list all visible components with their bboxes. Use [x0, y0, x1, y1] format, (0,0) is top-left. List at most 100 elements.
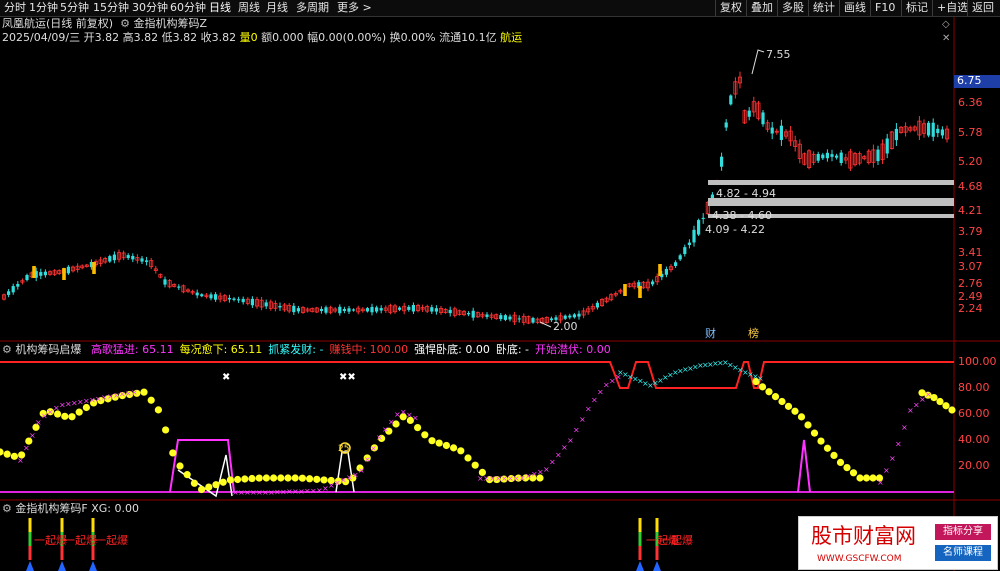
signal-bar [28, 532, 32, 546]
candle-body [761, 112, 765, 125]
candle-body [370, 306, 374, 313]
signal-arrow [58, 561, 66, 571]
ohlc-info-line: 2025/04/09/三 开3.82 高3.82 低3.82 收3.82 量0 … [2, 32, 522, 44]
diamond-icon[interactable]: ◇ [942, 19, 950, 31]
watermark-tag: 名师课程 [935, 545, 991, 561]
signal-candle [32, 266, 36, 278]
indicator-tick-label: 100.00 [958, 355, 997, 368]
price-tick-label: 3.79 [958, 225, 983, 238]
candle-body [531, 317, 535, 323]
yellow-dot [948, 406, 956, 414]
yellow-dot [298, 474, 306, 482]
candle-body [683, 247, 687, 255]
chip-zone-label: 4.82 - 4.94 [716, 187, 776, 200]
candle-body [720, 156, 724, 167]
candle-body [517, 318, 521, 320]
close-icon[interactable]: ✕ [942, 33, 950, 45]
candle-body [11, 286, 15, 293]
yellow-dot [450, 444, 458, 452]
chip-zone-label: 4.38 - 4.60 [712, 209, 772, 222]
candle-body [471, 310, 475, 318]
signal-bar [638, 532, 642, 546]
yellow-dot [183, 471, 191, 479]
candle-body [692, 229, 696, 243]
candle-body [411, 304, 415, 312]
candle-body [448, 309, 452, 314]
candle-body [39, 272, 43, 276]
yellow-dot [765, 388, 773, 396]
candle-body [177, 286, 181, 288]
candle-body [894, 128, 898, 141]
magenta-cross: × [364, 455, 371, 464]
magenta-cross: × [131, 388, 138, 397]
indicator-name[interactable]: 金指机构筹码Z [133, 17, 207, 30]
yellow-dot [869, 474, 877, 482]
last-price-tag: 6.75 [954, 75, 1000, 88]
yellow-dot [291, 474, 299, 482]
signal-label: 一起爆 [34, 534, 67, 547]
yellow-dot [849, 469, 858, 477]
magenta-cross: × [567, 436, 574, 445]
yellow-dot [435, 439, 443, 447]
yellow-dot [830, 451, 838, 459]
high-pointer [751, 49, 765, 75]
yellow-dot [147, 396, 155, 404]
candle-body [936, 128, 940, 134]
candle-body [674, 262, 678, 266]
indicator-name[interactable]: 金指机构筹码F [15, 502, 87, 515]
magenta-cross: × [889, 454, 896, 463]
yellow-dot [797, 413, 806, 421]
candle-body [264, 302, 268, 307]
candle-body [195, 292, 199, 296]
candle-body [108, 256, 112, 262]
profit-line [0, 361, 954, 389]
signal-bar [91, 546, 95, 560]
watermark-title: 股市财富网 [811, 524, 916, 548]
info-sector[interactable]: 航运 [500, 31, 522, 44]
cross-marker: ✖✖ [339, 372, 356, 383]
signal-bar [60, 518, 64, 532]
gear-icon[interactable]: ⚙ [2, 502, 12, 515]
yellow-dot [784, 402, 793, 410]
yellow-dot [414, 424, 422, 432]
magenta-cross: × [877, 478, 884, 487]
gear-icon[interactable]: ⚙ [2, 343, 12, 356]
magenta-cross: × [895, 440, 902, 449]
info-close: 收3.82 [200, 31, 237, 44]
chip-zone-label: 4.09 - 4.22 [705, 223, 765, 236]
candle-body [508, 316, 512, 320]
signal-label: 一起爆 [660, 534, 693, 547]
yellow-dot [823, 444, 832, 452]
candle-body [835, 155, 839, 158]
magenta-cross: × [17, 456, 24, 465]
candle-body [140, 258, 144, 262]
candle-body [347, 308, 351, 312]
candle-body [563, 315, 567, 319]
candle-body [338, 306, 342, 314]
candle-body [821, 154, 825, 159]
yellow-dot [0, 448, 4, 456]
yellow-dot [255, 474, 263, 482]
indicator-field: 强悍卧底: 0.00 [414, 343, 490, 356]
ranking-badge[interactable]: 榜 [748, 328, 759, 340]
xg-value: 0.00 [114, 502, 139, 515]
signal-bar [655, 518, 659, 532]
finance-badge[interactable]: 财 [705, 328, 716, 340]
indicator-name[interactable]: 机构筹码启爆 [15, 343, 81, 356]
yellow-dot [241, 475, 249, 483]
signal-candle [62, 268, 66, 280]
candle-body [241, 298, 245, 303]
signal-arrow [26, 561, 34, 571]
candle-body [577, 313, 581, 317]
candle-body [145, 260, 149, 262]
candle-body [250, 298, 254, 306]
yellow-dot [277, 474, 285, 482]
info-float: 流通10.1亿 [439, 31, 497, 44]
gear-icon[interactable]: ⚙ [117, 17, 130, 30]
candle-body [292, 305, 296, 313]
indicator-field: 高歌猛进: 65.11 [90, 343, 174, 356]
cross-marker: ✖ [222, 372, 231, 383]
candle-body [697, 220, 701, 235]
info-low: 低3.82 [161, 31, 198, 44]
magenta-cross: × [376, 433, 383, 442]
